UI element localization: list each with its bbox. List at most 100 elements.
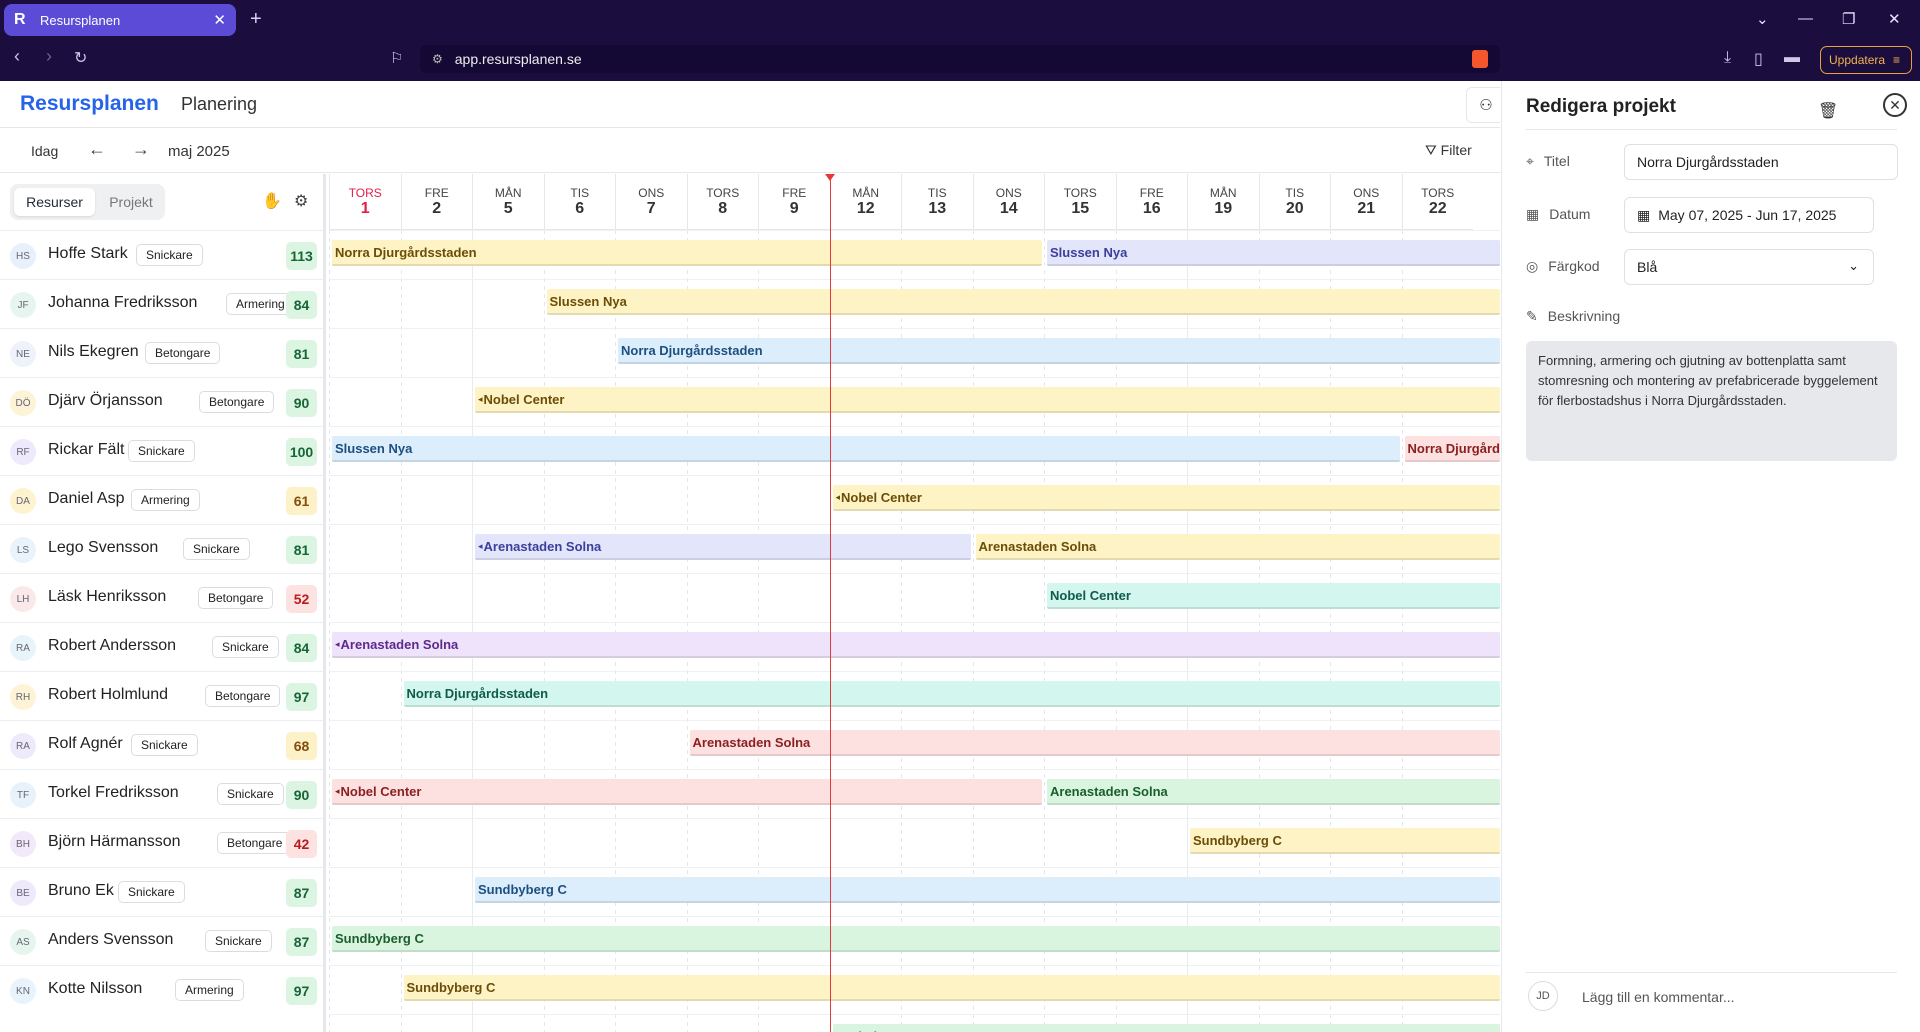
users-button[interactable]: ⚇ xyxy=(1466,87,1500,123)
settings-icon[interactable]: ⚙ xyxy=(294,191,308,211)
day-header[interactable]: FRE 2 xyxy=(400,174,472,230)
assignment-bar[interactable]: Arenastaden Solna xyxy=(975,534,1500,560)
color-select[interactable]: Blå ⌄ xyxy=(1624,249,1874,285)
tab-projects[interactable]: Projekt xyxy=(102,188,160,216)
minimize-icon[interactable]: — xyxy=(1798,10,1813,27)
assignment-bar[interactable]: Norra Djurgårdsstaden xyxy=(403,681,1500,707)
address-bar[interactable]: ⚙ app.resursplanen.se xyxy=(420,45,1500,73)
resource-row[interactable]: RA Rolf Agnér Snickare 68 xyxy=(0,720,323,769)
assignment-bar[interactable]: Sundbyberg C xyxy=(403,975,1500,1001)
resource-row[interactable]: DA Daniel Asp Armering 61 xyxy=(0,475,323,524)
resource-row[interactable]: AS Anders Svensson Snickare 87 xyxy=(0,916,323,965)
assignment-bar[interactable]: ◂Nobel Center xyxy=(332,779,1042,805)
assignment-bar[interactable]: Slussen Nya xyxy=(332,436,1400,462)
assignment-bar[interactable]: Nobel Center xyxy=(1047,583,1500,609)
new-tab-icon[interactable]: + xyxy=(250,8,262,31)
assignment-bar[interactable]: ◂Nobel Center xyxy=(832,485,1500,511)
role-badge: Betongare xyxy=(205,685,281,707)
close-tab-icon[interactable]: ✕ xyxy=(213,11,226,29)
resource-row[interactable]: RA Robert Andersson Snickare 84 xyxy=(0,622,323,671)
day-header[interactable]: TORS 1 xyxy=(329,174,401,230)
resource-row[interactable]: LH Läsk Henriksson Betongare 52 xyxy=(0,573,323,622)
restore-icon[interactable]: ❐ xyxy=(1842,10,1855,28)
resource-row[interactable]: DÖ Djärv Örjansson Betongare 90 xyxy=(0,377,323,426)
assignment-bar[interactable]: Arenastaden Solna xyxy=(1047,779,1500,805)
close-window-icon[interactable]: ✕ xyxy=(1888,10,1901,28)
assignment-bar[interactable]: Norra Djurgårdsstaden xyxy=(332,240,1042,266)
tag-icon: ⌖ xyxy=(1526,153,1534,169)
day-header[interactable]: FRE 9 xyxy=(758,174,830,230)
filter-button[interactable]: ⛛ Filter xyxy=(1425,142,1472,159)
resource-row[interactable]: KN Kotte Nilsson Armering 97 xyxy=(0,965,323,1014)
assignment-bar[interactable]: Sundbyberg C xyxy=(1190,828,1500,854)
assignment-bar[interactable]: Norra Djurgårdsstaden xyxy=(618,338,1500,364)
bookmark-icon[interactable]: ⚐ xyxy=(390,49,403,67)
role-badge: Betongare xyxy=(199,391,275,413)
hand-icon[interactable]: ✋ xyxy=(262,191,282,211)
resource-name: Daniel Asp xyxy=(48,490,125,507)
resource-name: Läsk Henriksson xyxy=(48,588,167,605)
assignment-bar[interactable]: ◂Nobel Center xyxy=(832,1024,1500,1032)
day-header[interactable]: ONS 7 xyxy=(615,174,687,230)
assignment-bar[interactable]: Sundbyberg C xyxy=(332,926,1500,952)
assignment-bar[interactable]: ◂Nobel Center xyxy=(475,387,1500,413)
resource-row[interactable]: RF Rickar Fält Snickare 100 xyxy=(0,426,323,475)
resource-row[interactable]: NE Nils Ekegren Betongare 81 xyxy=(0,328,323,377)
assignment-bar[interactable]: Norra Djurgårdsstaden xyxy=(1404,436,1500,462)
description-textarea[interactable]: Formning, armering och gjutning av botte… xyxy=(1526,341,1897,461)
grid-line xyxy=(400,230,402,1032)
day-header[interactable]: FRE 16 xyxy=(1115,174,1187,230)
sidebar-toggle-icon[interactable]: ▯ xyxy=(1754,49,1763,69)
tab-list-icon[interactable]: ⌄ xyxy=(1756,10,1769,28)
tab-resources[interactable]: Resurser xyxy=(14,188,95,216)
assignment-bar[interactable]: Arenastaden Solna xyxy=(689,730,1500,756)
resource-name: Lego Svensson xyxy=(48,539,159,556)
download-icon[interactable]: ⤓ xyxy=(1724,49,1731,67)
day-header[interactable]: TORS 8 xyxy=(686,174,758,230)
title-input[interactable]: Norra Djurgårdsstaden xyxy=(1624,144,1898,180)
resource-row[interactable]: LS Lego Svensson Snickare 81 xyxy=(0,524,323,573)
trash-icon[interactable]: 🗑 xyxy=(1818,101,1838,121)
forward-icon[interactable]: › xyxy=(46,46,52,67)
close-panel-icon[interactable]: ✕ xyxy=(1883,93,1907,117)
assignment-bar[interactable]: Slussen Nya xyxy=(546,289,1500,315)
date-range-picker[interactable]: ▦ May 07, 2025 - Jun 17, 2025 xyxy=(1624,197,1874,233)
day-header[interactable]: ONS 21 xyxy=(1330,174,1402,230)
browser-tab[interactable]: R Resursplanen ✕ xyxy=(4,4,236,36)
resource-row[interactable]: JF Johanna Fredriksson Armering 84 xyxy=(0,279,323,328)
assignment-bar[interactable]: Slussen Nya xyxy=(1047,240,1500,266)
prev-arrow-icon[interactable]: ← xyxy=(88,139,106,160)
resource-row[interactable]: BE Bruno Ek Snickare 87 xyxy=(0,867,323,916)
app-logo[interactable]: Resursplanen xyxy=(20,92,159,116)
today-button[interactable]: Idag xyxy=(31,143,58,159)
day-header[interactable]: TORS 22 xyxy=(1401,174,1473,230)
day-header[interactable]: MÅN 12 xyxy=(829,174,901,230)
day-header[interactable]: TORS 15 xyxy=(1044,174,1116,230)
assignment-bar[interactable]: Sundbyberg C xyxy=(475,877,1500,903)
comment-input[interactable]: Lägg till en kommentar... xyxy=(1582,989,1735,1005)
assignment-label: Norra Djurgårdsstaden xyxy=(406,685,549,701)
vpn-icon[interactable]: ▬ xyxy=(1784,49,1800,67)
day-header[interactable]: ONS 14 xyxy=(972,174,1044,230)
resource-row[interactable]: BH Björn Härmansson Betongare 42 xyxy=(0,818,323,867)
site-info-icon[interactable]: ⚙ xyxy=(432,52,443,66)
resource-row[interactable]: HS Hoffe Stark Snickare 113 xyxy=(0,230,323,279)
assignment-bar[interactable]: ◂ Arenastaden Solna xyxy=(332,632,1500,658)
day-header[interactable]: TIS 6 xyxy=(543,174,615,230)
update-button[interactable]: Uppdatera ≡ xyxy=(1820,46,1912,74)
day-header[interactable]: MÅN 19 xyxy=(1187,174,1259,230)
resource-row[interactable]: RH Robert Holmlund Betongare 97 xyxy=(0,671,323,720)
filter-label: Filter xyxy=(1440,142,1472,158)
day-header[interactable]: TIS 13 xyxy=(901,174,973,230)
weekday-label: FRE xyxy=(424,186,449,200)
brave-shield-icon[interactable] xyxy=(1472,50,1488,68)
role-badge: Snickare xyxy=(212,636,279,658)
day-header[interactable]: TIS 20 xyxy=(1258,174,1330,230)
day-header[interactable]: MÅN 5 xyxy=(472,174,544,230)
next-arrow-icon[interactable]: → xyxy=(132,139,150,160)
app-favicon-icon: R xyxy=(14,11,26,28)
assignment-bar[interactable]: ◂ Arenastaden Solna xyxy=(475,534,971,560)
reload-icon[interactable]: ↻ xyxy=(74,48,87,68)
resource-row[interactable]: TF Torkel Fredriksson Snickare 90 xyxy=(0,769,323,818)
back-icon[interactable]: ‹ xyxy=(14,46,20,67)
